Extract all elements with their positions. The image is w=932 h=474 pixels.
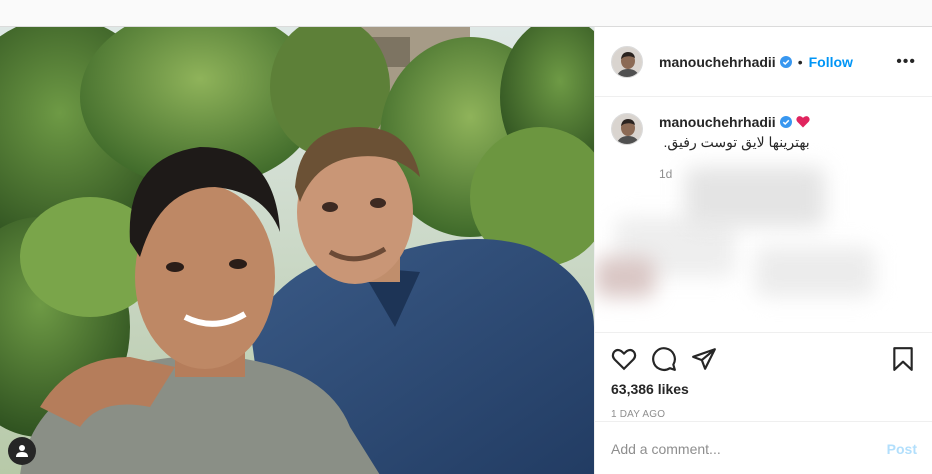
post-header: manouchehrhadii • Follow ••• [595,27,932,97]
loading-placeholder [755,247,875,297]
caption-username[interactable]: manouchehrhadii [659,114,776,130]
avatar-image [612,46,642,77]
verified-badge-icon [779,116,792,128]
avatar[interactable] [611,45,643,78]
like-count[interactable]: 63,386 likes [611,381,916,397]
bookmark-icon[interactable] [890,346,916,372]
red-heart-emoji [796,116,810,128]
post-sidebar: manouchehrhadii • Follow ••• manouchehrh… [594,27,932,474]
loading-placeholder [595,257,655,297]
post-author-username[interactable]: manouchehrhadii [659,54,776,70]
comments-section: manouchehrhadii بهترینها لایق توست رفیق.… [595,97,932,332]
comment-input[interactable] [611,440,887,457]
follow-button[interactable]: Follow [809,54,853,70]
post-comment-button[interactable]: Post [887,441,917,457]
separator-dot: • [797,53,803,70]
instagram-post-page: manouchehrhadii • Follow ••• manouchehrh… [0,0,932,474]
more-options-icon[interactable]: ••• [896,53,916,71]
post-date[interactable]: 1 DAY AGO [611,409,916,420]
paper-plane-icon[interactable] [691,346,717,372]
loading-placeholder [685,167,825,227]
user-tag-icon[interactable] [8,437,36,465]
avatar-image [612,114,642,144]
photo-illustration [0,27,594,474]
caption-avatar[interactable] [611,113,643,145]
post-card: manouchehrhadii • Follow ••• manouchehrh… [0,26,932,474]
verified-badge-icon [779,55,792,68]
comment-bubble-icon[interactable] [651,346,677,372]
comment-form: Post [595,421,932,474]
action-icons [611,341,916,377]
caption-text: بهترینها لایق توست رفیق. [663,134,810,150]
person-icon [16,445,28,457]
post-actions: 63,386 likes 1 DAY AGO [595,332,932,420]
post-photo[interactable] [0,27,594,474]
heart-outline-icon[interactable] [611,346,637,372]
